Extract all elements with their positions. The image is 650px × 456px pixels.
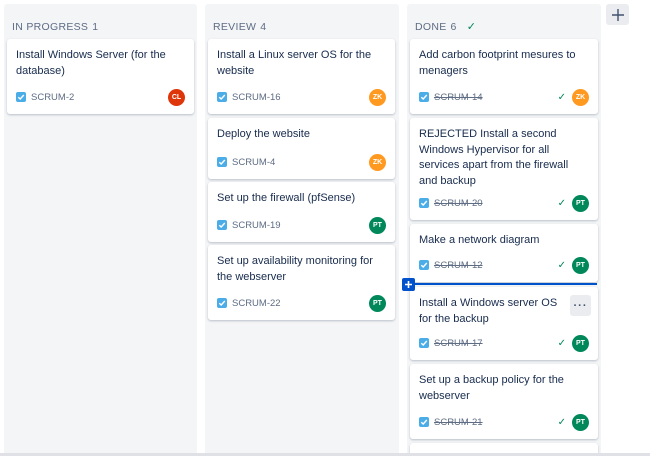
card-title: Install Windows Server (for the database… (16, 49, 166, 77)
assignee-avatar[interactable]: CL (168, 88, 185, 106)
resolved-check-icon: ✓ (557, 197, 566, 209)
issue-key[interactable]: SCRUM-19 (232, 220, 281, 231)
story-type-icon (217, 157, 227, 167)
card-title: Deploy the website (217, 128, 310, 140)
add-column-button[interactable] (606, 4, 629, 25)
resolved-check-icon: ✓ (557, 416, 566, 428)
issue-key[interactable]: SCRUM-21 (434, 417, 483, 428)
resolved-check-icon: ✓ (557, 91, 566, 103)
column-count: 6 (450, 20, 457, 33)
issue-card[interactable]: Install a Linux server OS for the websit… (208, 39, 395, 114)
issue-key[interactable]: SCRUM-14 (434, 92, 483, 103)
story-type-icon (419, 338, 429, 348)
issue-key[interactable]: SCRUM-17 (434, 338, 483, 349)
assignee-avatar[interactable]: PT (369, 294, 386, 312)
assignee-avatar[interactable]: ZK (369, 153, 386, 171)
issue-key[interactable]: SCRUM-22 (232, 298, 281, 309)
issue-card[interactable]: Set up a backup policy for the webserver… (410, 364, 598, 439)
card-title: Install a Windows server OS for the back… (419, 297, 558, 325)
story-type-icon (16, 92, 26, 102)
assignee-avatar[interactable]: PT (369, 216, 386, 234)
column-header: IN PROGRESS 1 (4, 4, 197, 37)
story-type-icon (419, 417, 429, 427)
card-title: Set up a backup policy for the webserver (419, 374, 564, 402)
column-count: 4 (260, 20, 267, 33)
issue-card[interactable]: Install a Windows server OS for the back… (410, 287, 598, 360)
column-name: IN PROGRESS (12, 20, 89, 33)
column-header: DONE 6 ✓ (407, 4, 601, 37)
story-type-icon (217, 298, 227, 308)
story-type-icon (419, 92, 429, 102)
resolved-check-icon: ✓ (557, 259, 566, 271)
column-in-progress: IN PROGRESS 1 Install Windows Server (fo… (4, 4, 197, 456)
board: IN PROGRESS 1 Install Windows Server (fo… (0, 0, 650, 456)
column-header: REVIEW 4 (205, 4, 399, 37)
issue-key[interactable]: SCRUM-20 (434, 198, 483, 209)
resolved-check-icon: ✓ (557, 337, 566, 349)
issue-card[interactable]: Install Windows Server (for the database… (7, 39, 194, 114)
plus-icon (611, 8, 624, 21)
done-check-icon: ✓ (466, 21, 477, 33)
card-title: Set up availability monitoring for the w… (217, 255, 373, 283)
more-actions-button[interactable]: ··· (570, 295, 591, 316)
assignee-avatar[interactable]: PT (572, 256, 589, 274)
assignee-avatar[interactable]: ZK (369, 88, 386, 106)
issue-card[interactable]: REJECTED Install a second Windows Hyperv… (410, 118, 598, 220)
story-type-icon (217, 92, 227, 102)
column-review: REVIEW 4 Install a Linux server OS for t… (205, 4, 399, 456)
assignee-avatar[interactable]: ZK (572, 88, 589, 106)
story-type-icon (419, 198, 429, 208)
column-count: 1 (92, 20, 99, 33)
card-title: Add carbon footprint mesures to menagers (419, 49, 576, 77)
card-title: Install a Linux server OS for the websit… (217, 49, 372, 77)
issue-card[interactable]: Deploy the website SCRUM-4 ZK (208, 118, 395, 179)
story-type-icon (217, 220, 227, 230)
issue-card[interactable]: Set up the firewall (pfSense) SCRUM-19 P… (208, 182, 395, 242)
column-name: DONE (415, 20, 447, 33)
issue-key[interactable]: SCRUM-12 (434, 260, 483, 271)
drop-indicator-line (410, 283, 597, 285)
issue-card[interactable]: Make a network diagram SCRUM-12 ✓ PT (410, 224, 598, 282)
issue-key[interactable]: SCRUM-16 (232, 92, 281, 103)
create-issue-plus-icon[interactable] (402, 278, 415, 291)
story-type-icon (419, 260, 429, 270)
issue-card[interactable]: Set up availability monitoring for the w… (208, 245, 395, 320)
assignee-avatar[interactable]: PT (572, 194, 589, 212)
card-title: REJECTED Install a second Windows Hyperv… (419, 128, 569, 187)
card-title: Make a network diagram (419, 234, 540, 246)
assignee-avatar[interactable]: PT (572, 334, 589, 352)
card-title: Set up the firewall (pfSense) (217, 192, 356, 204)
issue-card[interactable]: Add carbon footprint mesures to menagers… (410, 39, 598, 114)
column-name: REVIEW (213, 20, 257, 33)
issue-key[interactable]: SCRUM-4 (232, 157, 275, 168)
issue-key[interactable]: SCRUM-2 (31, 92, 74, 103)
column-done: DONE 6 ✓ Add carbon footprint mesures to… (407, 4, 601, 456)
assignee-avatar[interactable]: PT (572, 413, 589, 431)
